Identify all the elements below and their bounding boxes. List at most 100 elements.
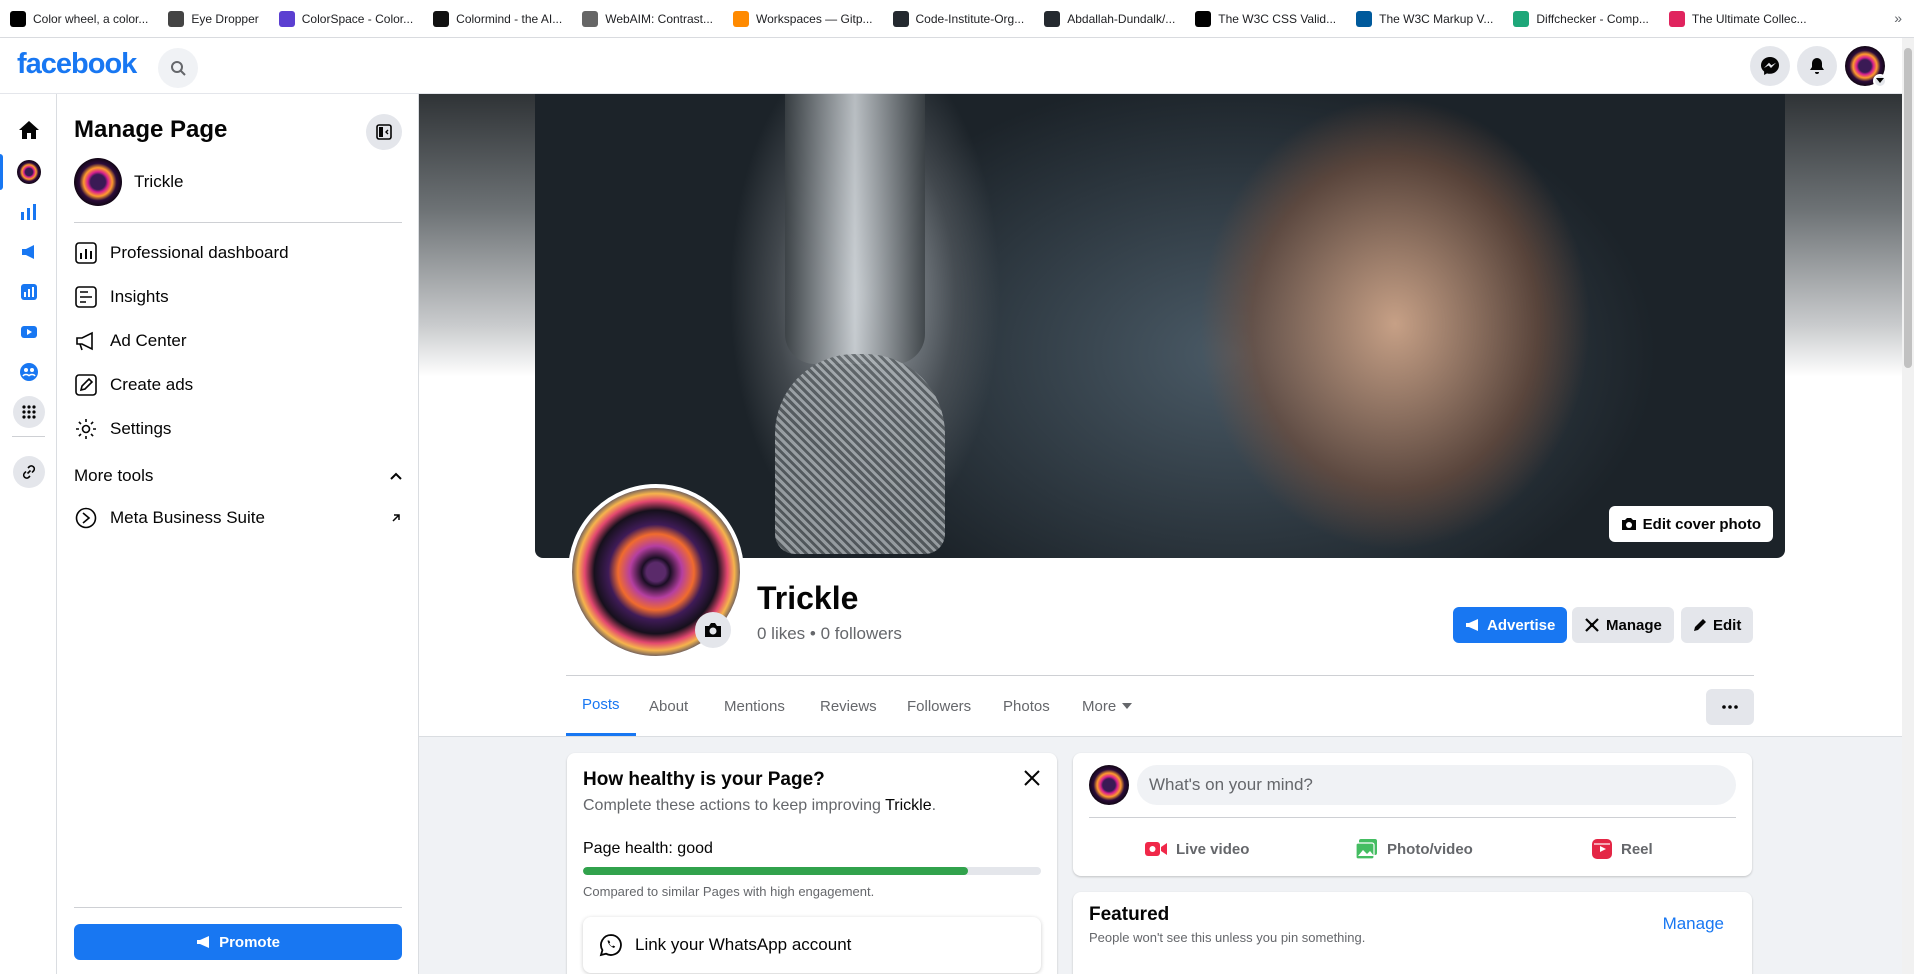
promote-label: Promote <box>219 933 280 951</box>
profile-stats[interactable]: 0 likes • 0 followers <box>757 624 902 644</box>
bookmark-item[interactable]: Eye Dropper <box>168 10 259 27</box>
photo-video-button[interactable]: Photo/video <box>1355 829 1473 869</box>
more-tools-toggle[interactable]: More tools <box>74 466 402 486</box>
rail-ad-center[interactable] <box>0 233 57 271</box>
insights-icon <box>74 285 98 309</box>
account-menu-button[interactable] <box>1873 74 1887 88</box>
bookmark-label: The W3C CSS Valid... <box>1218 11 1337 26</box>
page-avatar-icon <box>16 160 41 184</box>
manage-button[interactable]: Manage <box>1572 607 1674 643</box>
tab-mentions[interactable]: Mentions <box>724 676 785 736</box>
rail-link[interactable] <box>0 453 57 491</box>
bookmark-label: Code-Institute-Org... <box>915 11 1025 26</box>
messenger-button[interactable] <box>1750 46 1790 86</box>
bookmark-label: WebAIM: Contrast... <box>605 11 714 26</box>
bookmark-label: The Ultimate Collec... <box>1691 11 1807 26</box>
health-note: Compared to similar Pages with high enga… <box>583 884 875 899</box>
page-avatar <box>74 158 122 206</box>
menu-label: Insights <box>110 287 169 306</box>
bookmark-item[interactable]: Colormind - the AI... <box>433 10 563 27</box>
bookmark-item[interactable]: The W3C CSS Valid... <box>1195 10 1337 27</box>
edit-button[interactable]: Edit <box>1681 607 1754 643</box>
rail-all-tools[interactable] <box>0 393 57 431</box>
rail-video[interactable] <box>0 313 57 351</box>
more-options-button[interactable] <box>1706 689 1754 725</box>
menu-label: Settings <box>110 419 172 438</box>
diffchecker-icon <box>1513 10 1530 27</box>
tab-reviews[interactable]: Reviews <box>820 676 877 736</box>
cover-photo[interactable]: Edit cover photo <box>535 94 1785 558</box>
meta-business-suite-icon <box>74 506 98 530</box>
featured-manage-link[interactable]: Manage <box>1663 914 1724 934</box>
manage-page-panel: Manage Page Trickle Professional dashboa… <box>57 94 419 974</box>
live-video-button[interactable]: Live video <box>1144 829 1249 869</box>
bookmark-item[interactable]: Abdallah-Dundalk/... <box>1044 10 1176 27</box>
reel-label: Reel <box>1621 840 1653 858</box>
gitpod-icon <box>733 10 750 27</box>
profile-name: Trickle <box>757 580 859 616</box>
camera-icon <box>705 623 721 637</box>
search-button[interactable] <box>158 48 198 88</box>
eyedropper-icon <box>168 10 185 27</box>
reel-button[interactable]: Reel <box>1591 829 1653 869</box>
menu-ad-center[interactable]: Ad Center <box>74 321 402 361</box>
home-icon <box>18 121 39 139</box>
collapse-panel-button[interactable] <box>366 114 402 150</box>
advertise-button[interactable]: Advertise <box>1453 607 1568 643</box>
tab-more[interactable]: More <box>1082 676 1133 736</box>
camera-icon <box>1621 518 1636 530</box>
notifications-button[interactable] <box>1797 46 1837 86</box>
bookmarks-overflow-button[interactable]: » <box>1894 10 1902 26</box>
tab-about[interactable]: About <box>649 676 688 736</box>
menu-create-ads[interactable]: Create ads <box>74 365 402 405</box>
bookmark-label: The W3C Markup V... <box>1379 11 1494 26</box>
update-profile-picture-button[interactable] <box>695 612 731 648</box>
rail-dashboard[interactable] <box>0 273 57 311</box>
link-button <box>12 456 45 488</box>
promote-button[interactable]: Promote <box>74 924 402 960</box>
bookmark-item[interactable]: Workspaces — Gitp... <box>733 10 873 27</box>
bookmarks-list: Color wheel, a color... Eye Dropper ColorS… <box>10 10 1827 27</box>
panel-divider <box>74 222 402 223</box>
composer-avatar[interactable] <box>1089 765 1129 805</box>
bookmark-item[interactable]: Color wheel, a color... <box>10 10 148 27</box>
menu-insights[interactable]: Insights <box>74 277 402 317</box>
tab-followers[interactable]: Followers <box>907 676 971 736</box>
tab-photos[interactable]: Photos <box>1003 676 1050 736</box>
left-rail <box>0 94 57 974</box>
bookmark-item[interactable]: ColorSpace - Color... <box>278 10 413 27</box>
webaim-icon <box>582 10 599 27</box>
bookmark-item[interactable]: Diffchecker - Comp... <box>1513 10 1649 27</box>
page-health-card: How healthy is your Page? Complete these… <box>567 753 1057 974</box>
colorwheel-icon <box>10 10 26 27</box>
scrollbar-thumb[interactable] <box>1904 48 1912 368</box>
bookmark-label: Abdallah-Dundalk/... <box>1067 11 1176 26</box>
dashboard-icon <box>74 241 98 265</box>
menu-label: Professional dashboard <box>110 243 289 262</box>
link-whatsapp-button[interactable]: Link your WhatsApp account <box>583 917 1041 973</box>
page-scrollbar[interactable] <box>1902 38 1914 974</box>
rail-page-trickle[interactable] <box>0 153 57 191</box>
whatsapp-icon <box>599 934 622 957</box>
rail-home[interactable] <box>0 111 57 149</box>
rail-insights[interactable] <box>0 193 57 231</box>
bookmark-item[interactable]: Code-Institute-Org... <box>892 10 1025 27</box>
bell-icon <box>1810 58 1824 74</box>
bookmark-item[interactable]: WebAIM: Contrast... <box>582 10 714 27</box>
caret-down-icon <box>1122 703 1133 709</box>
bookmark-label: Colormind - the AI... <box>456 11 563 26</box>
bookmark-item[interactable]: The Ultimate Collec... <box>1668 10 1807 27</box>
rail-groups[interactable] <box>0 353 57 391</box>
menu-professional-dashboard[interactable]: Professional dashboard <box>74 233 402 273</box>
menu-meta-business-suite[interactable]: Meta Business Suite <box>74 498 402 538</box>
composer-input[interactable]: What's on your mind? <box>1137 765 1736 805</box>
page-switcher[interactable]: Trickle <box>74 158 183 206</box>
bookmark-item[interactable]: The W3C Markup V... <box>1356 10 1494 27</box>
tab-posts[interactable]: Posts <box>566 676 636 736</box>
health-subtitle-suffix: . <box>931 797 937 814</box>
live-video-label: Live video <box>1176 840 1250 858</box>
close-health-card-button[interactable] <box>1019 765 1045 791</box>
menu-settings[interactable]: Settings <box>74 409 402 449</box>
edit-cover-photo-button[interactable]: Edit cover photo <box>1608 506 1773 542</box>
facebook-logo[interactable]: facebook <box>17 48 137 81</box>
